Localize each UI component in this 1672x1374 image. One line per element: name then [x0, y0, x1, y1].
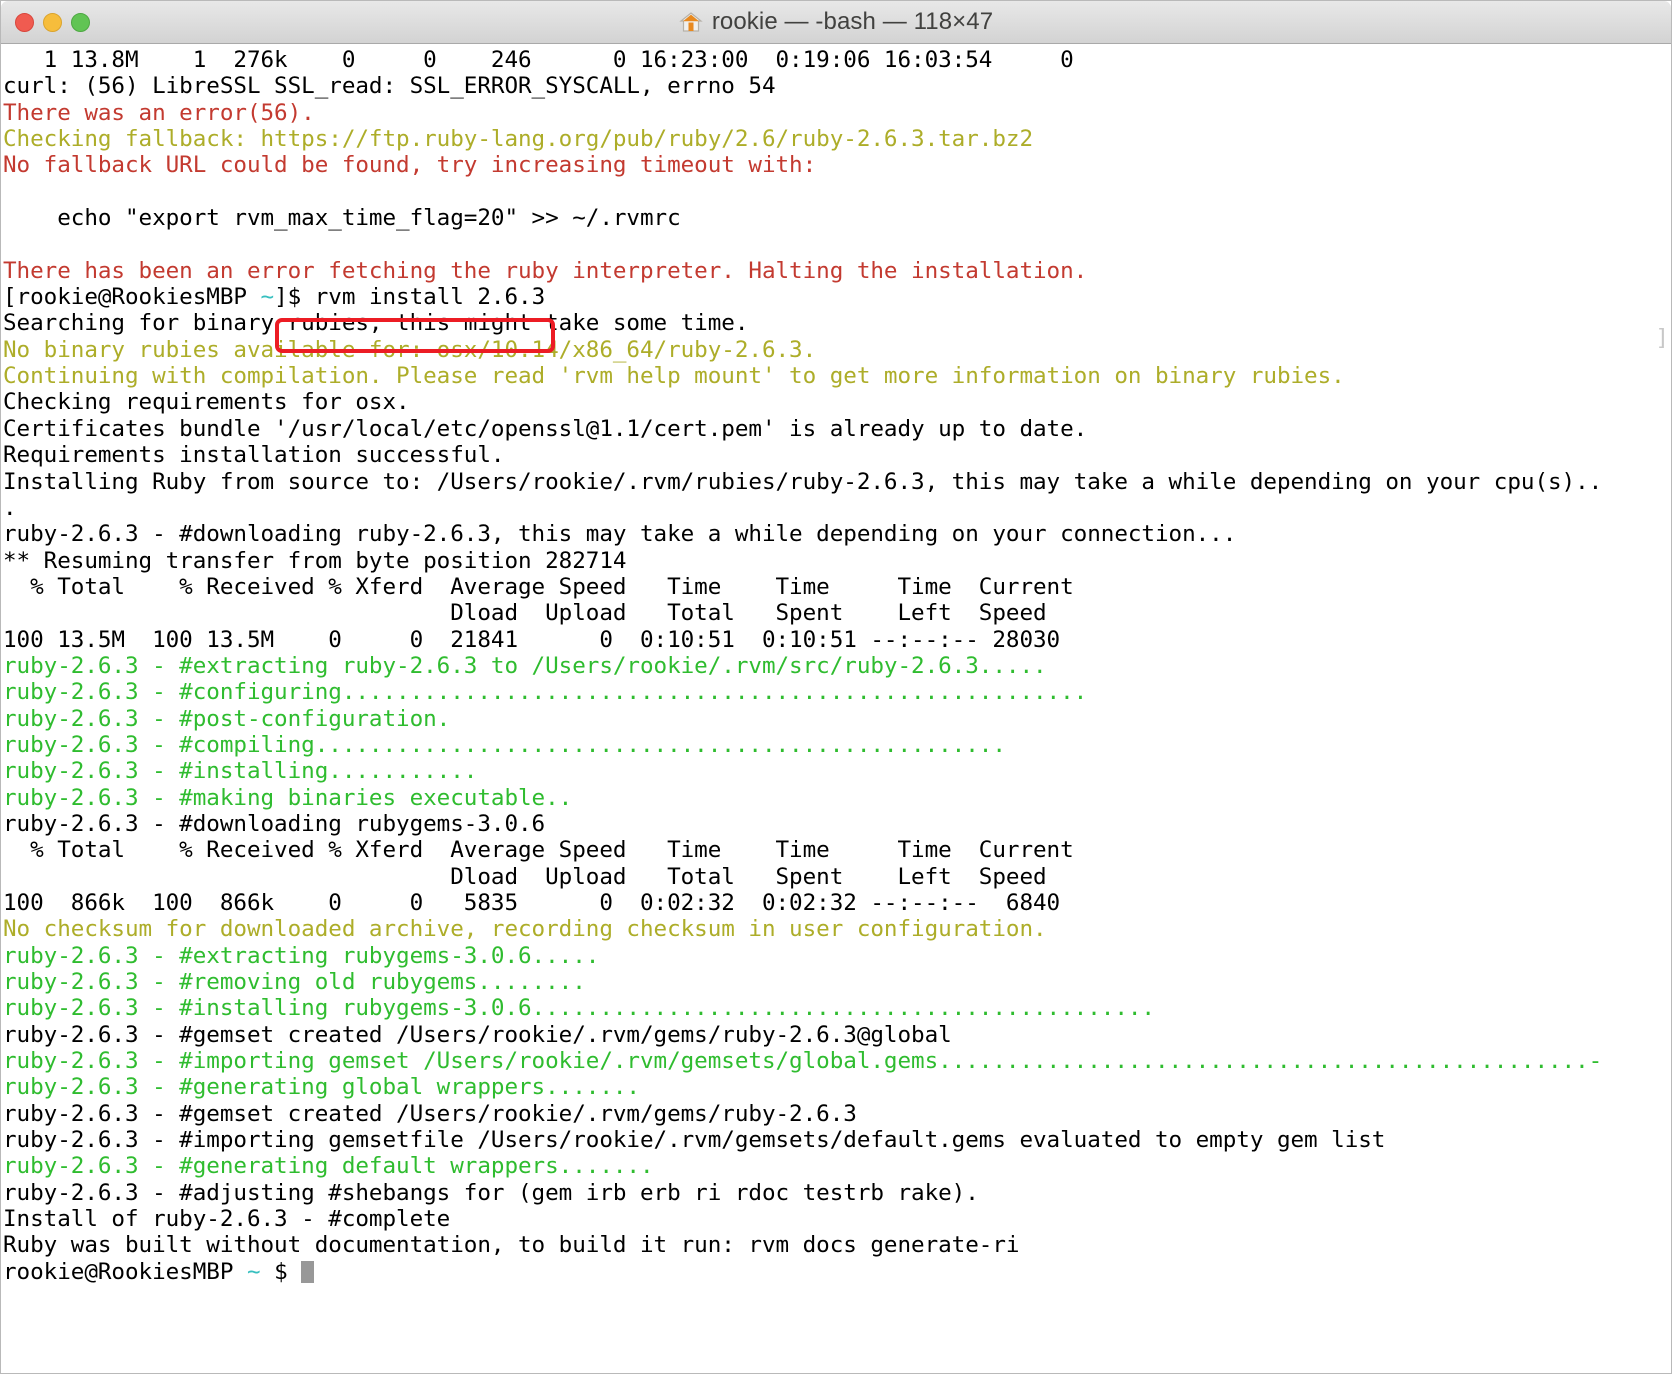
window-titlebar[interactable]: rookie — -bash — 118×47: [1, 1, 1671, 44]
terminal-line: Installing Ruby from source to: /Users/r…: [3, 468, 1603, 495]
terminal-line: ruby-2.6.3 - #installing...........: [3, 758, 478, 785]
terminal-line: % Total % Received % Xferd Average Speed…: [3, 837, 1074, 864]
minimize-button[interactable]: [43, 12, 62, 32]
terminal-line: 1 13.8M 1 276k 0 0 246 0 16:23:00 0:19:0…: [3, 47, 1074, 73]
terminal-line: % Total % Received % Xferd Average Speed…: [3, 573, 1074, 600]
home-icon: [679, 12, 703, 32]
terminal-line: Dload Upload Total Spent Left Speed: [3, 863, 1047, 890]
terminal-line: Checking fallback: https://ftp.ruby-lang…: [3, 126, 1033, 153]
window-title-group: rookie — -bash — 118×47: [1, 1, 1671, 43]
prompt-user-host: rookie@RookiesMBP: [3, 1258, 247, 1285]
terminal-line: Checking requirements for osx.: [3, 389, 410, 416]
terminal-line: ruby-2.6.3 - #gemset created /Users/rook…: [3, 1021, 952, 1048]
final-prompt-line[interactable]: rookie@RookiesMBP ~ $: [3, 1259, 1671, 1285]
terminal-line: No fallback URL could be found, try incr…: [3, 152, 817, 179]
terminal-line: ** Resuming transfer from byte position …: [3, 547, 627, 574]
terminal-lines: 1 13.8M 1 276k 0 0 246 0 16:23:00 0:19:0…: [3, 44, 1671, 1285]
terminal-line: There has been an error fetching the rub…: [3, 257, 1088, 284]
terminal-line: ruby-2.6.3 - #extracting ruby-2.6.3 to /…: [3, 652, 1047, 679]
terminal-line: ruby-2.6.3 - #generating global wrappers…: [3, 1074, 640, 1101]
terminal-line: Certificates bundle '/usr/local/etc/open…: [3, 415, 1088, 442]
terminal-line: ruby-2.6.3 - #configuring...............…: [3, 679, 1088, 706]
terminal-line: ruby-2.6.3 - #importing gemset /Users/ro…: [3, 1048, 1603, 1075]
terminal-line: ruby-2.6.3 - #generating default wrapper…: [3, 1153, 654, 1180]
terminal-line: ruby-2.6.3 - #importing gemsetfile /User…: [3, 1127, 1386, 1154]
terminal-line: [rookie@RookiesMBP ~]$ rvm install 2.6.3: [3, 284, 1671, 310]
terminal-window: rookie — -bash — 118×47 1 13.8M 1 276k 0…: [0, 0, 1672, 1374]
terminal-line: No checksum for downloaded archive, reco…: [3, 916, 1047, 943]
terminal-line: ruby-2.6.3 - #making binaries executable…: [3, 784, 573, 811]
prompt-user-host: [rookie@RookiesMBP: [3, 284, 261, 311]
terminal-line: Ruby was built without documentation, to…: [3, 1232, 1020, 1259]
zoom-button[interactable]: [71, 12, 90, 32]
window-controls: [15, 12, 90, 32]
prompt-path: ~: [260, 284, 275, 311]
text-cursor[interactable]: [301, 1260, 315, 1283]
terminal-line: .: [3, 494, 17, 521]
terminal-line: Continuing with compilation. Please read…: [3, 363, 1345, 390]
terminal-line: 100 866k 100 866k 0 0 5835 0 0:02:32 0:0…: [3, 890, 1061, 916]
terminal-line: ruby-2.6.3 - #compiling.................…: [3, 731, 1006, 758]
terminal-line: Dload Upload Total Spent Left Speed: [3, 600, 1047, 627]
line-wrap-bracket: ]: [1655, 325, 1669, 351]
terminal-line: No binary rubies available for: osx/10.1…: [3, 336, 817, 363]
typed-command[interactable]: rvm install 2.6.3: [315, 284, 545, 310]
terminal-line: curl: (56) LibreSSL SSL_read: SSL_ERROR_…: [3, 73, 776, 100]
terminal-line: Searching for binary rubies, this might …: [3, 310, 749, 337]
terminal-line: ruby-2.6.3 - #removing old rubygems.....…: [3, 969, 586, 996]
prompt-path: ~: [246, 1258, 261, 1285]
prompt-sigil: $: [260, 1258, 302, 1285]
terminal-line: 100 13.5M 100 13.5M 0 0 21841 0 0:10:51 …: [3, 626, 1061, 653]
terminal-line: echo "export rvm_max_time_flag=20" >> ~/…: [3, 205, 681, 232]
terminal-line: ruby-2.6.3 - #post-configuration.: [3, 705, 451, 732]
terminal-line: ruby-2.6.3 - #adjusting #shebangs for (g…: [3, 1179, 979, 1206]
terminal-line: There was an error(56).: [3, 99, 315, 126]
terminal-line: ruby-2.6.3 - #downloading ruby-2.6.3, th…: [3, 521, 1237, 548]
terminal-line: ruby-2.6.3 - #downloading rubygems-3.0.6: [3, 810, 546, 837]
terminal-line: Install of ruby-2.6.3 - #complete: [3, 1206, 451, 1233]
close-button[interactable]: [15, 12, 34, 32]
window-title: rookie — -bash — 118×47: [711, 8, 994, 35]
prompt-sigil: ]$: [274, 284, 315, 311]
terminal-output-area[interactable]: 1 13.8M 1 276k 0 0 246 0 16:23:00 0:19:0…: [1, 44, 1671, 1373]
terminal-line: Requirements installation successful.: [3, 442, 505, 469]
terminal-line: ruby-2.6.3 - #installing rubygems-3.0.6.…: [3, 995, 1155, 1022]
terminal-line: ruby-2.6.3 - #extracting rubygems-3.0.6.…: [3, 942, 600, 969]
terminal-line: ruby-2.6.3 - #gemset created /Users/rook…: [3, 1100, 857, 1127]
